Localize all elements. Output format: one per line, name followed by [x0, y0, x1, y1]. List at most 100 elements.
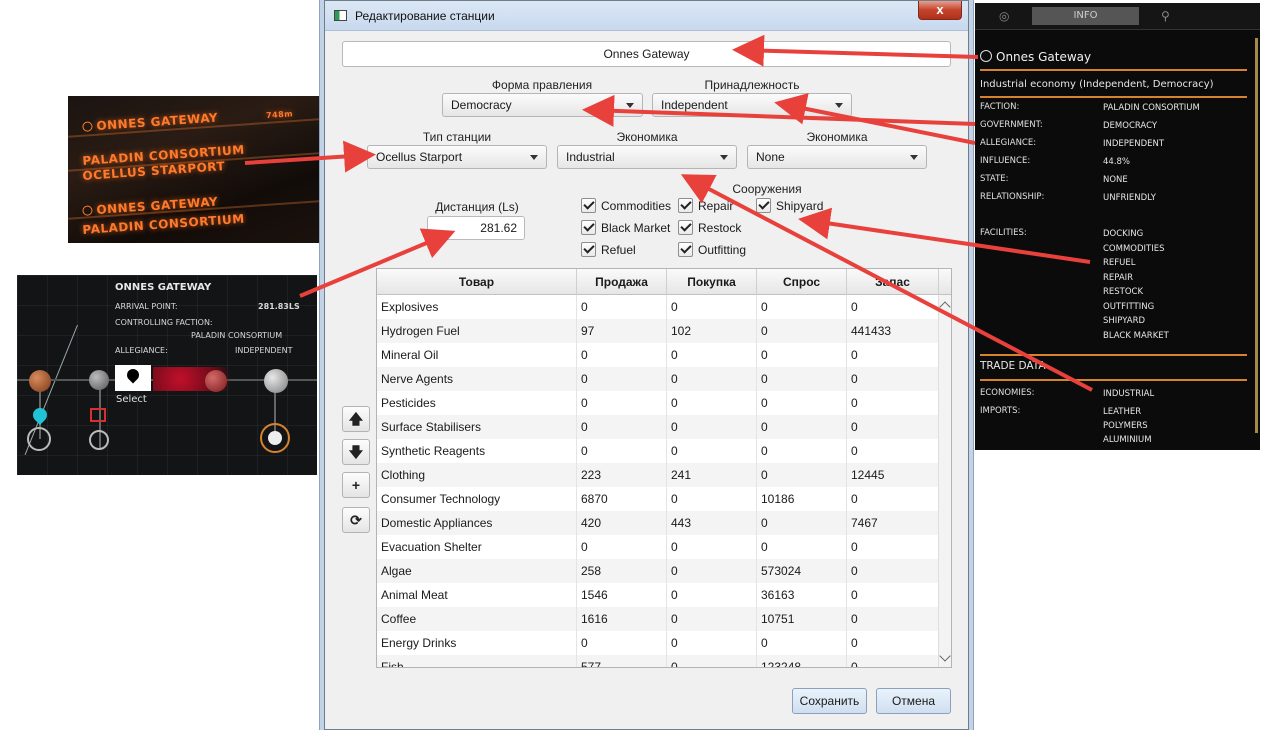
cell-demand[interactable]: 0	[757, 463, 847, 487]
planet-icon[interactable]	[264, 369, 288, 393]
cell-buy[interactable]: 241	[667, 463, 757, 487]
checkbox-checked-icon[interactable]	[678, 242, 693, 257]
title-bar[interactable]: Редактирование станции x	[325, 1, 968, 31]
cell-buy[interactable]: 0	[667, 343, 757, 367]
cell-sell[interactable]: 420	[577, 511, 667, 535]
cell-supply[interactable]: 0	[847, 583, 939, 607]
column-header-buy[interactable]: Покупка	[667, 269, 757, 295]
table-row[interactable]: Pesticides 0 0 0 0	[377, 391, 939, 415]
table-row[interactable]: Synthetic Reagents 0 0 0 0	[377, 439, 939, 463]
checkbox-checked-icon[interactable]	[678, 220, 693, 235]
location-pin-icon[interactable]: ⚲	[1161, 9, 1170, 23]
cell-sell[interactable]: 0	[577, 439, 667, 463]
cell-supply[interactable]: 12445	[847, 463, 939, 487]
cell-demand[interactable]: 0	[757, 439, 847, 463]
cell-supply[interactable]: 0	[847, 631, 939, 655]
cell-sell[interactable]: 258	[577, 559, 667, 583]
cell-buy[interactable]: 0	[667, 607, 757, 631]
cell-buy[interactable]: 0	[667, 295, 757, 319]
cell-buy[interactable]: 0	[667, 391, 757, 415]
selected-station-marker[interactable]	[115, 365, 151, 391]
cell-supply[interactable]: 0	[847, 439, 939, 463]
cell-commodity[interactable]: Evacuation Shelter	[377, 535, 577, 559]
cell-sell[interactable]: 0	[577, 535, 667, 559]
cancel-button[interactable]: Отмена	[876, 688, 951, 714]
cell-commodity[interactable]: Consumer Technology	[377, 487, 577, 511]
checkbox-checked-icon[interactable]	[756, 198, 771, 213]
cell-supply[interactable]: 441433	[847, 319, 939, 343]
table-row[interactable]: Coffee 1616 0 10751 0	[377, 607, 939, 631]
cell-demand[interactable]: 0	[757, 319, 847, 343]
table-row[interactable]: Algae 258 0 573024 0	[377, 559, 939, 583]
cell-buy[interactable]: 0	[667, 559, 757, 583]
cell-demand[interactable]: 0	[757, 367, 847, 391]
checkbox-checked-icon[interactable]	[581, 242, 596, 257]
column-header-demand[interactable]: Спрос	[757, 269, 847, 295]
cell-sell[interactable]: 0	[577, 295, 667, 319]
planet-icon[interactable]	[205, 370, 227, 392]
table-row[interactable]: Mineral Oil 0 0 0 0	[377, 343, 939, 367]
cell-commodity[interactable]: Nerve Agents	[377, 367, 577, 391]
move-down-button[interactable]: 🡇	[342, 439, 370, 465]
cell-sell[interactable]: 223	[577, 463, 667, 487]
checkbox-checked-icon[interactable]	[581, 198, 596, 213]
table-row[interactable]: Nerve Agents 0 0 0 0	[377, 367, 939, 391]
cell-buy[interactable]: 0	[667, 583, 757, 607]
column-header-commodity[interactable]: Товар	[377, 269, 577, 295]
cell-buy[interactable]: 0	[667, 535, 757, 559]
move-up-button[interactable]: 🡅	[342, 406, 370, 432]
scroll-down-icon[interactable]	[939, 650, 951, 662]
cell-demand[interactable]: 123248	[757, 655, 847, 667]
planet-icon[interactable]	[89, 370, 109, 390]
cell-buy[interactable]: 0	[667, 631, 757, 655]
government-select[interactable]: Democracy	[442, 93, 643, 117]
close-button[interactable]: x	[918, 1, 962, 20]
cell-sell[interactable]: 6870	[577, 487, 667, 511]
planet-icon[interactable]	[29, 370, 51, 392]
station-name-input[interactable]: Onnes Gateway	[342, 41, 951, 67]
cell-sell[interactable]: 0	[577, 415, 667, 439]
cell-buy[interactable]: 0	[667, 655, 757, 667]
cell-commodity[interactable]: Synthetic Reagents	[377, 439, 577, 463]
cell-sell[interactable]: 0	[577, 343, 667, 367]
cell-demand[interactable]: 0	[757, 391, 847, 415]
table-row[interactable]: Animal Meat 1546 0 36163 0	[377, 583, 939, 607]
cell-commodity[interactable]: Explosives	[377, 295, 577, 319]
column-header-supply[interactable]: Запас	[847, 269, 939, 295]
cell-demand[interactable]: 0	[757, 535, 847, 559]
cell-supply[interactable]: 0	[847, 535, 939, 559]
tab-info[interactable]: INFO	[1032, 7, 1139, 25]
table-row[interactable]: Energy Drinks 0 0 0 0	[377, 631, 939, 655]
cell-sell[interactable]: 577	[577, 655, 667, 667]
cell-demand[interactable]: 36163	[757, 583, 847, 607]
cell-buy[interactable]: 443	[667, 511, 757, 535]
cell-supply[interactable]: 0	[847, 367, 939, 391]
cell-sell[interactable]: 0	[577, 631, 667, 655]
cell-buy[interactable]: 0	[667, 415, 757, 439]
cell-commodity[interactable]: Domestic Appliances	[377, 511, 577, 535]
cell-commodity[interactable]: Animal Meat	[377, 583, 577, 607]
cell-supply[interactable]: 0	[847, 487, 939, 511]
table-row[interactable]: Explosives 0 0 0 0	[377, 295, 939, 319]
cell-supply[interactable]: 0	[847, 295, 939, 319]
cell-demand[interactable]: 10751	[757, 607, 847, 631]
cell-supply[interactable]: 7467	[847, 511, 939, 535]
cell-commodity[interactable]: Fish	[377, 655, 577, 667]
cell-sell[interactable]: 1546	[577, 583, 667, 607]
distance-input[interactable]: 281.62	[427, 216, 525, 240]
economy2-select[interactable]: None	[747, 145, 927, 169]
add-row-button[interactable]: +	[342, 472, 370, 498]
column-header-sell[interactable]: Продажа	[577, 269, 667, 295]
table-row[interactable]: Evacuation Shelter 0 0 0 0	[377, 535, 939, 559]
allegiance-select[interactable]: Independent	[652, 93, 852, 117]
cell-supply[interactable]: 0	[847, 343, 939, 367]
cell-supply[interactable]: 0	[847, 415, 939, 439]
cell-supply[interactable]: 0	[847, 655, 939, 667]
cell-sell[interactable]: 0	[577, 367, 667, 391]
table-row[interactable]: Fish 577 0 123248 0	[377, 655, 939, 667]
cell-supply[interactable]: 0	[847, 559, 939, 583]
cell-commodity[interactable]: Mineral Oil	[377, 343, 577, 367]
economy1-select[interactable]: Industrial	[557, 145, 737, 169]
save-button[interactable]: Сохранить	[792, 688, 867, 714]
cell-supply[interactable]: 0	[847, 391, 939, 415]
